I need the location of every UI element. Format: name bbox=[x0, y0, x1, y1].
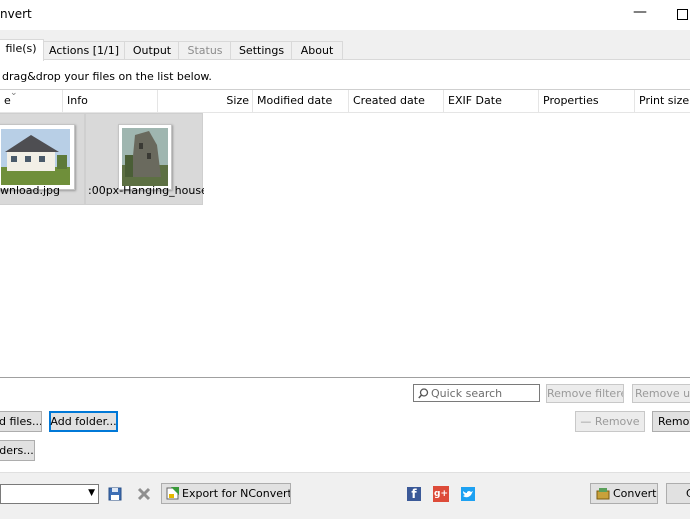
remove-filtered-button[interactable]: Remove filtered bbox=[546, 384, 624, 403]
facebook-icon[interactable]: f bbox=[407, 487, 421, 501]
bottom-bar bbox=[0, 472, 690, 519]
column-header-modified[interactable]: Modified date bbox=[253, 90, 349, 112]
tab-settings[interactable]: Settings bbox=[230, 41, 293, 60]
column-header-modified-label: Modified date bbox=[257, 94, 333, 107]
tab-actions-label: Actions [1/1] bbox=[49, 44, 119, 57]
tab-bar: file(s) Actions [1/1] Output Status Sett… bbox=[0, 30, 690, 61]
remove-unfiltered-button[interactable]: Remove unf bbox=[632, 384, 690, 403]
convert-button[interactable]: Convert bbox=[590, 483, 658, 504]
tab-files[interactable]: file(s) bbox=[0, 39, 44, 61]
column-header-info[interactable]: Info bbox=[63, 90, 158, 112]
quick-search-placeholder: Quick search bbox=[431, 387, 503, 400]
clear-icon[interactable] bbox=[137, 487, 151, 501]
column-header-size[interactable]: Size bbox=[158, 90, 253, 112]
tab-status-label: Status bbox=[187, 44, 223, 57]
house-thumbnail-image bbox=[0, 125, 74, 189]
maximize-icon bbox=[677, 9, 688, 20]
minimize-button[interactable]: — bbox=[630, 4, 650, 24]
sort-chevron-icon: ⌄ bbox=[10, 88, 18, 98]
column-header-info-label: Info bbox=[67, 94, 88, 107]
column-header-properties-label: Properties bbox=[543, 94, 599, 107]
convert-icon bbox=[596, 488, 610, 500]
tab-about-label: About bbox=[300, 44, 334, 57]
column-header-properties[interactable]: Properties bbox=[539, 90, 635, 112]
building-thumbnail-image bbox=[119, 125, 171, 189]
twitter-icon[interactable] bbox=[461, 487, 475, 501]
tab-actions[interactable]: Actions [1/1] bbox=[42, 41, 126, 60]
column-header-print-size[interactable]: Print size bbox=[635, 90, 690, 112]
title-bar bbox=[0, 0, 690, 30]
drag-drop-hint: drag&drop your files on the list below. bbox=[2, 70, 212, 83]
tab-about[interactable]: About bbox=[291, 41, 343, 60]
column-header-exif-label: EXIF Date bbox=[448, 94, 502, 107]
thumbnail-image-frame bbox=[0, 124, 75, 190]
column-header-print-size-label: Print size bbox=[639, 94, 690, 107]
column-header-created-label: Created date bbox=[353, 94, 425, 107]
tab-output[interactable]: Output bbox=[124, 41, 180, 60]
tab-output-label: Output bbox=[132, 44, 172, 57]
file-name: wnload.jpg bbox=[0, 184, 60, 197]
close-button[interactable]: C bbox=[666, 483, 690, 504]
file-name: :00px-Hanging_house... bbox=[88, 184, 204, 197]
minus-icon: — bbox=[580, 415, 592, 428]
add-files-button[interactable]: d files... bbox=[0, 411, 42, 432]
convert-button-label: Convert bbox=[613, 487, 657, 500]
export-button-label: Export for NConvert... bbox=[182, 487, 291, 500]
maximize-button[interactable] bbox=[670, 4, 690, 24]
chevron-down-icon: ▼ bbox=[88, 488, 95, 498]
remove-button[interactable]: — Remove bbox=[575, 411, 645, 432]
column-header-size-label: Size bbox=[226, 94, 249, 107]
tab-files-label: file(s) bbox=[5, 42, 37, 55]
remove-button-label: Remove bbox=[594, 415, 640, 428]
tab-settings-label: Settings bbox=[238, 44, 285, 57]
add-subfolders-button[interactable]: ders... bbox=[0, 440, 35, 461]
column-header-name[interactable]: e ⌄ bbox=[0, 88, 63, 112]
thumbnail-image-frame bbox=[118, 124, 172, 190]
googleplus-icon[interactable]: g+ bbox=[433, 486, 449, 502]
minimize-icon: — bbox=[633, 4, 647, 20]
file-list[interactable]: e ⌄ Info Size Modified date Created date… bbox=[0, 88, 690, 378]
window-title: nvert bbox=[0, 7, 32, 21]
add-folder-button[interactable]: Add folder... bbox=[49, 411, 118, 432]
tab-status[interactable]: Status bbox=[178, 41, 232, 60]
column-header-created[interactable]: Created date bbox=[349, 90, 444, 112]
save-icon[interactable] bbox=[108, 487, 122, 501]
remove-all-button[interactable]: Remov bbox=[652, 411, 690, 432]
column-header-exif[interactable]: EXIF Date bbox=[444, 90, 539, 112]
preset-dropdown[interactable]: ▼ bbox=[0, 484, 99, 504]
quick-search-input[interactable]: Quick search bbox=[413, 384, 540, 402]
search-icon bbox=[418, 388, 429, 399]
export-nconvert-button[interactable]: Export for NConvert... bbox=[161, 483, 291, 504]
file-thumbnail[interactable]: wnload.jpg bbox=[0, 113, 85, 205]
export-icon bbox=[166, 487, 179, 500]
file-thumbnail[interactable]: :00px-Hanging_house... bbox=[85, 113, 204, 205]
